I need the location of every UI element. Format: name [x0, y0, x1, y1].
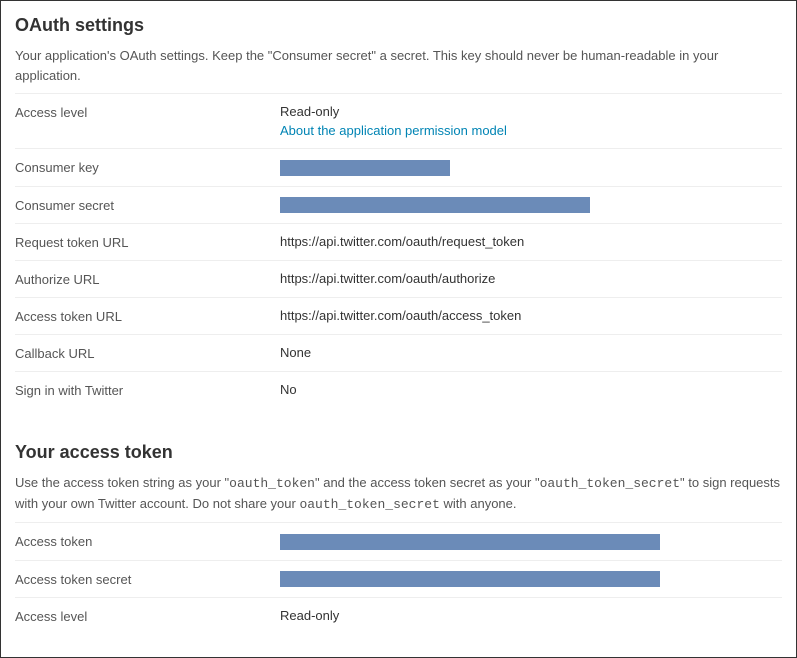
- value-access-token: [280, 533, 782, 550]
- value-request-token-url: https://api.twitter.com/oauth/request_to…: [280, 234, 782, 249]
- code-oauth-token-secret: oauth_token_secret: [299, 497, 439, 512]
- row-consumer-key: Consumer key: [15, 149, 782, 187]
- access-token-heading: Your access token: [15, 442, 782, 463]
- row-callback-url: Callback URL None: [15, 335, 782, 372]
- value-callback-url: None: [280, 345, 782, 360]
- value-token-access-level: Read-only: [280, 608, 782, 623]
- access-token-rows: Access token Access token secret Access …: [15, 522, 782, 634]
- value-sign-in-twitter: No: [280, 382, 782, 397]
- redacted-consumer-key: [280, 160, 450, 176]
- row-access-token: Access token: [15, 523, 782, 561]
- desc-part: with anyone.: [440, 496, 517, 511]
- access-level-text: Read-only: [280, 104, 339, 119]
- row-token-access-level: Access level Read-only: [15, 598, 782, 634]
- row-access-token-url: Access token URL https://api.twitter.com…: [15, 298, 782, 335]
- value-consumer-key: [280, 159, 782, 176]
- label-sign-in-twitter: Sign in with Twitter: [15, 382, 280, 398]
- oauth-settings-description: Your application's OAuth settings. Keep …: [15, 46, 782, 85]
- row-sign-in-twitter: Sign in with Twitter No: [15, 372, 782, 408]
- label-consumer-key: Consumer key: [15, 159, 280, 175]
- desc-part: " and the access token secret as your ": [315, 475, 540, 490]
- about-permission-model-link[interactable]: About the application permission model: [280, 123, 507, 138]
- label-request-token-url: Request token URL: [15, 234, 280, 250]
- oauth-settings-rows: Access level Read-only About the applica…: [15, 93, 782, 408]
- label-access-token-url: Access token URL: [15, 308, 280, 324]
- desc-part: Use the access token string as your ": [15, 475, 229, 490]
- code-oauth-token: oauth_token: [229, 476, 315, 491]
- value-access-token-secret: [280, 571, 782, 588]
- row-authorize-url: Authorize URL https://api.twitter.com/oa…: [15, 261, 782, 298]
- row-request-token-url: Request token URL https://api.twitter.co…: [15, 224, 782, 261]
- label-access-token: Access token: [15, 533, 280, 549]
- label-consumer-secret: Consumer secret: [15, 197, 280, 213]
- label-token-access-level: Access level: [15, 608, 280, 624]
- redacted-access-token: [280, 534, 660, 550]
- value-consumer-secret: [280, 197, 782, 214]
- row-access-token-secret: Access token secret: [15, 561, 782, 599]
- section-gap: [15, 408, 782, 442]
- redacted-access-token-secret: [280, 571, 660, 587]
- label-access-level: Access level: [15, 104, 280, 120]
- label-access-token-secret: Access token secret: [15, 571, 280, 587]
- access-token-section: Your access token Use the access token s…: [15, 442, 782, 634]
- row-consumer-secret: Consumer secret: [15, 187, 782, 225]
- redacted-consumer-secret: [280, 197, 590, 213]
- value-access-token-url: https://api.twitter.com/oauth/access_tok…: [280, 308, 782, 323]
- label-callback-url: Callback URL: [15, 345, 280, 361]
- value-access-level: Read-only About the application permissi…: [280, 104, 782, 138]
- row-access-level: Access level Read-only About the applica…: [15, 94, 782, 149]
- access-token-description: Use the access token string as your "oau…: [15, 473, 782, 514]
- oauth-settings-section: OAuth settings Your application's OAuth …: [15, 15, 782, 408]
- code-oauth-token-secret: oauth_token_secret: [540, 476, 680, 491]
- label-authorize-url: Authorize URL: [15, 271, 280, 287]
- oauth-settings-heading: OAuth settings: [15, 15, 782, 36]
- value-authorize-url: https://api.twitter.com/oauth/authorize: [280, 271, 782, 286]
